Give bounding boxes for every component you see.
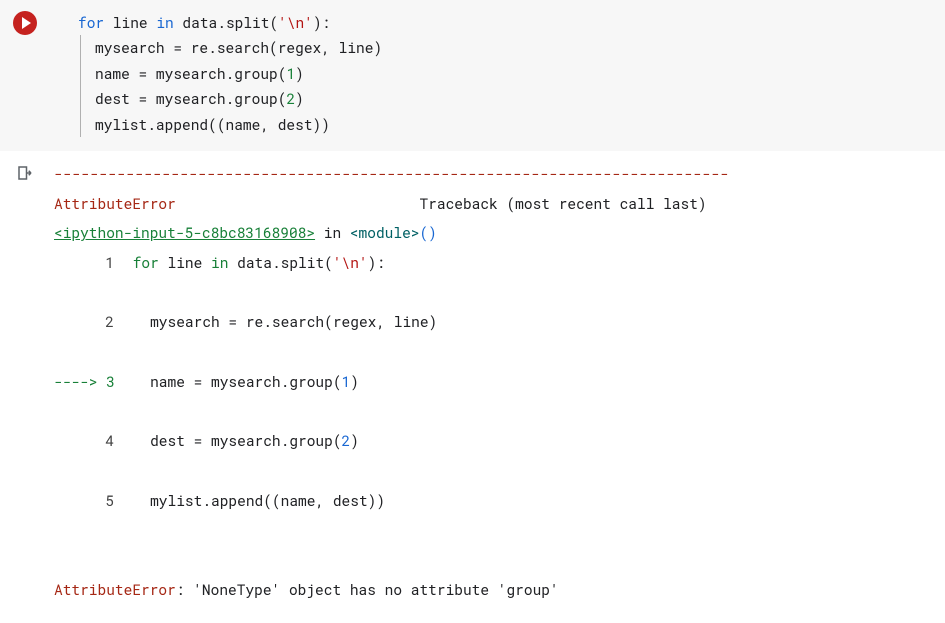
output-area: ----------------------------------------… bbox=[50, 151, 945, 623]
traceback-line-2: 2 mysearch = re.search(regex, line) bbox=[54, 307, 933, 337]
traceback-line-5: 5 mylist.append((name, dest)) bbox=[54, 486, 933, 516]
output-icon[interactable] bbox=[16, 164, 34, 182]
run-button[interactable] bbox=[13, 11, 37, 35]
code-line-5: mylist.append((name, dest)) bbox=[95, 115, 330, 134]
code-line-1: for line in data.split('\n'): bbox=[78, 13, 330, 32]
traceback-source: <ipython-input-5-c8bc83168908> in <modul… bbox=[54, 223, 437, 242]
traceback-header: AttributeError Traceback (most recent ca… bbox=[54, 194, 707, 213]
output-cell: ----------------------------------------… bbox=[0, 151, 945, 623]
input-cell: for line in data.split('\n'): mysearch =… bbox=[0, 0, 945, 151]
traceback-line-1: 1 for line in data.split('\n'): bbox=[54, 248, 933, 278]
code-line-2: mysearch = re.search(regex, line) bbox=[95, 38, 382, 57]
indent-guide: mysearch = re.search(regex, line) name =… bbox=[80, 35, 933, 137]
output-gutter bbox=[0, 151, 50, 623]
traceback-line-3: ----> 3 name = mysearch.group(1) bbox=[54, 367, 933, 397]
code-editor[interactable]: for line in data.split('\n'): mysearch =… bbox=[50, 0, 945, 151]
code-line-4: dest = mysearch.group(2) bbox=[95, 89, 304, 108]
traceback-separator: ----------------------------------------… bbox=[54, 164, 729, 183]
traceback-line-4: 4 dest = mysearch.group(2) bbox=[54, 426, 933, 456]
code-line-3: name = mysearch.group(1) bbox=[95, 64, 304, 83]
error-message: AttributeError: 'NoneType' object has no… bbox=[54, 580, 559, 599]
input-gutter bbox=[0, 0, 50, 151]
